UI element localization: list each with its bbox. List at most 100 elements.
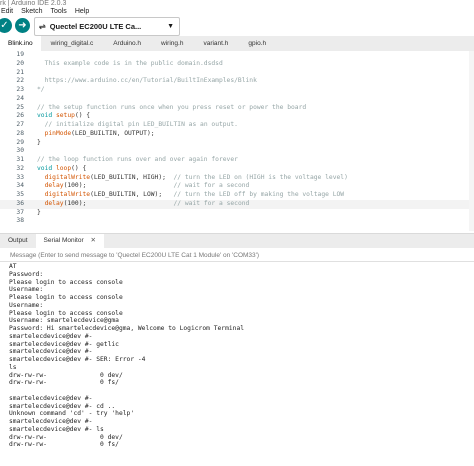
serial-output-line: drw-rw-rw- 0 dev/	[9, 433, 123, 441]
board-name: Quectel EC200U LTE Ca...	[49, 22, 142, 31]
line-number: 24	[16, 94, 24, 102]
code-line[interactable]: 28 pinMode(LED_BUILTIN, OUTPUT);	[0, 130, 474, 139]
serial-output-line: Username:	[9, 301, 44, 309]
code-line[interactable]: 38	[0, 217, 474, 226]
usb-icon: ⇌	[39, 22, 46, 31]
line-number: 38	[16, 217, 24, 225]
serial-output-line: Password: Hi smartelecdevice@gma, Welcom…	[9, 325, 245, 332]
editor-scrollbar[interactable]	[469, 51, 474, 231]
line-number: 36	[16, 199, 24, 207]
menu-bar: Edit Sketch Tools Help	[0, 7, 474, 17]
arrow-right-icon: ➜	[18, 20, 27, 31]
code-line[interactable]: 31 // the loop function runs over and ove…	[0, 156, 474, 165]
code-editor[interactable]: 19 20 This example code is in the public …	[0, 51, 474, 231]
serial-output-line: smartelecdevice@dev #-	[9, 332, 93, 340]
code-line[interactable]: 19	[0, 51, 474, 60]
code-line[interactable]: 32 void loop() {	[0, 165, 474, 174]
serial-output-line: smartelecdevice@dev #- cd ..	[9, 402, 116, 410]
line-number: 32	[16, 164, 24, 172]
serial-output-line: drw-rw-rw- 0 dev/	[9, 371, 123, 379]
serial-output-line: smartelecdevice@dev #- ls	[9, 425, 104, 433]
serial-output-line: Password:	[9, 270, 44, 278]
line-number: 22	[16, 77, 24, 85]
code-text: void setup() {	[37, 112, 91, 120]
serial-output-line: Username: smartelecdevice@gma	[9, 317, 119, 325]
bottom-panel-tabs: Output Serial Monitor ✕	[0, 233, 474, 248]
serial-output-line	[9, 387, 474, 395]
tab-output[interactable]: Output	[0, 234, 36, 248]
tab-variant-h[interactable]: variant.h	[193, 36, 238, 51]
code-line[interactable]: 26 void setup() {	[0, 112, 474, 121]
code-text: digitalWrite(LED_BUILTIN, HIGH); // turn…	[44, 173, 348, 181]
line-number: 29	[16, 138, 24, 146]
upload-button[interactable]: ➜	[15, 18, 30, 33]
menu-edit[interactable]: Edit	[1, 7, 13, 17]
menu-help[interactable]: Help	[75, 7, 89, 17]
serial-output-line: smartelecdevice@dev #- getlic	[9, 340, 119, 348]
tab-serial-monitor[interactable]: Serial Monitor ✕	[35, 234, 104, 248]
serial-output-line: drw-rw-rw- 0 fs/	[9, 441, 119, 449]
code-line[interactable]: 24	[0, 95, 474, 104]
code-line[interactable]: 22 https://www.arduino.cc/en/Tutorial/Bu…	[0, 77, 474, 86]
menu-sketch[interactable]: Sketch	[21, 7, 42, 17]
tab-wiring-digital-c[interactable]: wiring_digital.c	[41, 36, 104, 51]
serial-output-line: drw-rw-rw- 0 fs/	[9, 379, 119, 387]
check-icon: ✓	[0, 20, 9, 31]
serial-output-line: smartelecdevice@dev #-	[9, 394, 93, 402]
code-text: https://www.arduino.cc/en/Tutorial/Built…	[37, 77, 257, 85]
code-line[interactable]: 20 This example code is in the public do…	[0, 60, 474, 69]
code-text: // initialize digital pin LED_BUILTIN as…	[44, 121, 238, 128]
code-text: This example code is in the public domai…	[37, 59, 223, 67]
line-number: 33	[16, 173, 24, 181]
toolbar: ✓ ➜ ⇌ Quectel EC200U LTE Ca... ▼	[0, 17, 474, 36]
line-number: 34	[16, 182, 24, 190]
serial-output-line: smartelecdevice@dev #-	[9, 418, 93, 425]
serial-monitor-label: Serial Monitor	[43, 237, 84, 244]
code-line[interactable]: 36 delay(100); // wait for a second	[0, 199, 474, 209]
serial-output: AT Password: Please login to access consol…	[0, 263, 474, 466]
code-text: // the setup function runs once when you…	[37, 103, 307, 111]
code-line[interactable]: 33 digitalWrite(LED_BUILTIN, HIGH); // t…	[0, 174, 474, 183]
tab-blink-ino[interactable]: Blink.ino	[0, 36, 41, 51]
code-text: digitalWrite(LED_BUILTIN, LOW); // turn …	[44, 191, 345, 198]
serial-message-input[interactable]: Message (Enter to send message to 'Quect…	[0, 249, 474, 262]
board-selector[interactable]: ⇌ Quectel EC200U LTE Ca... ▼	[34, 17, 180, 36]
code-line[interactable]: 37}	[0, 209, 474, 218]
serial-output-line: ls	[9, 363, 17, 371]
line-number: 19	[16, 51, 24, 58]
tab-gpio-h[interactable]: gpio.h	[238, 36, 276, 51]
line-number: 20	[16, 59, 24, 67]
editor-tabs: Blink.ino wiring_digital.c Arduino.h wir…	[0, 36, 474, 52]
serial-output-line: smartelecdevice@dev #-	[9, 348, 93, 356]
line-number: 35	[16, 191, 24, 198]
code-text: delay(100); // wait for a second	[44, 182, 250, 190]
close-icon[interactable]: ✕	[90, 237, 95, 244]
code-line[interactable]: 29}	[0, 139, 474, 148]
serial-output-line: AT	[9, 263, 17, 270]
code-text: delay(100); // wait for a second	[44, 199, 250, 207]
code-text: pinMode(LED_BUILTIN, OUTPUT);	[44, 129, 155, 137]
line-number: 25	[16, 103, 24, 111]
code-line[interactable]: 34 delay(100); // wait for a second	[0, 182, 474, 191]
tab-arduino-h[interactable]: Arduino.h	[103, 36, 151, 51]
line-number: 23	[16, 86, 24, 93]
code-line[interactable]: 27 // initialize digital pin LED_BUILTIN…	[0, 121, 474, 130]
code-line[interactable]: 35 digitalWrite(LED_BUILTIN, LOW); // tu…	[0, 191, 474, 200]
code-text: }	[37, 138, 41, 146]
code-line[interactable]: 25 // the setup function runs once when y…	[0, 104, 474, 113]
serial-output-line: Please login to access console	[9, 309, 123, 317]
code-line[interactable]: 21	[0, 69, 474, 78]
code-line[interactable]: 30	[0, 147, 474, 156]
code-line[interactable]: 23 */	[0, 86, 474, 95]
line-number: 21	[16, 68, 24, 76]
tab-wiring-h[interactable]: wiring.h	[151, 36, 193, 51]
line-number: 27	[16, 121, 24, 128]
verify-button[interactable]: ✓	[0, 18, 12, 33]
serial-output-line: Username:	[9, 286, 44, 294]
menu-tools[interactable]: Tools	[50, 7, 66, 17]
serial-output-line: Please login to access console	[9, 294, 123, 301]
chevron-down-icon: ▼	[167, 23, 174, 30]
code-text: */	[37, 86, 45, 93]
serial-output-line: smartelecdevice@dev #- SER: Error -4	[9, 356, 146, 363]
code-text: void loop() {	[37, 164, 87, 172]
